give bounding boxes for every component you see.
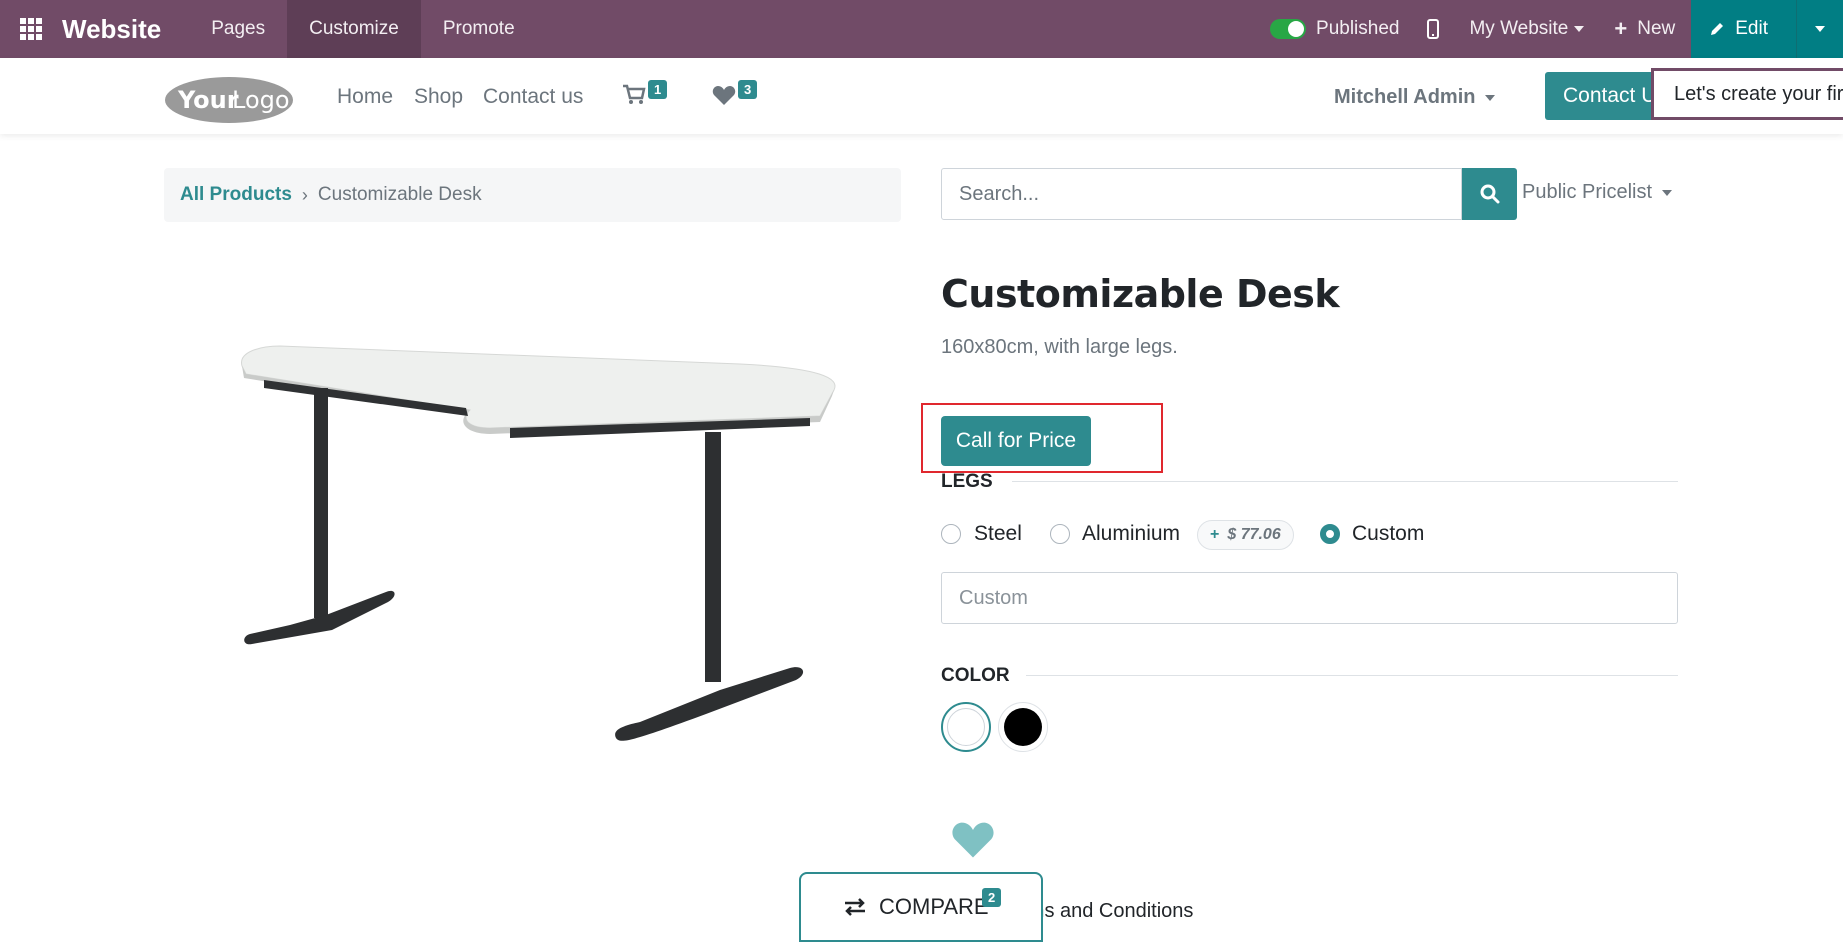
pricelist-label: Public Pricelist <box>1522 181 1653 203</box>
custom-legs-input[interactable] <box>941 572 1678 624</box>
heart-icon <box>952 822 994 858</box>
edit-label: Edit <box>1735 18 1768 39</box>
highlight-annotation-box <box>921 403 1163 473</box>
color-swatch-black[interactable] <box>998 702 1048 752</box>
cart-count-badge: 1 <box>648 80 668 99</box>
breadcrumb: All Products › Customizable Desk <box>164 168 901 222</box>
radio-aluminium[interactable] <box>1050 524 1070 544</box>
published-toggle[interactable]: Published <box>1270 18 1399 40</box>
app-brand[interactable]: Website <box>62 14 161 45</box>
search-icon <box>1480 184 1499 204</box>
product-description: 160x80cm, with large legs. <box>941 336 1178 358</box>
breadcrumb-all-products[interactable]: All Products <box>180 184 292 206</box>
nav-shop[interactable]: Shop <box>414 85 463 109</box>
edit-dropdown-toggle[interactable] <box>1796 0 1843 58</box>
published-label: Published <box>1316 18 1400 39</box>
product-image[interactable] <box>220 330 860 755</box>
menu-promote[interactable]: Promote <box>421 0 537 58</box>
admin-top-bar: Website Pages Customize Promote Publishe… <box>0 0 1843 58</box>
website-header: Your Logo Home Shop Contact us 1 3 Mitch… <box>0 58 1843 134</box>
radio-label-custom[interactable]: Custom <box>1352 522 1424 546</box>
menu-customize[interactable]: Customize <box>287 0 421 58</box>
cart-icon <box>623 84 646 104</box>
new-label: New <box>1637 18 1676 39</box>
legs-attribute-title: LEGS <box>941 471 993 492</box>
compare-count-badge: 2 <box>982 888 1002 907</box>
chevron-down-icon <box>1662 189 1673 196</box>
exchange-icon <box>845 898 865 916</box>
pricelist-selector[interactable]: Public Pricelist <box>1522 181 1673 204</box>
website-selector[interactable]: My Website <box>1469 18 1585 40</box>
contact-us-button[interactable]: Contact Us <box>1545 72 1665 120</box>
search-button[interactable] <box>1462 168 1517 220</box>
pencil-icon <box>1711 23 1724 35</box>
heart-icon <box>712 86 736 105</box>
color-attribute-title: COLOR <box>941 665 1010 686</box>
extra-price-value: $ 77.06 <box>1227 526 1281 543</box>
mobile-preview-icon[interactable] <box>1427 19 1440 39</box>
color-swatch-white[interactable] <box>941 702 991 752</box>
wishlist-count-badge: 3 <box>738 80 758 99</box>
radio-steel[interactable] <box>941 524 961 544</box>
product-title: Customizable Desk <box>941 272 1340 316</box>
cart-link[interactable] <box>622 84 646 111</box>
extra-price-badge: + $ 77.06 <box>1197 520 1294 550</box>
user-name: Mitchell Admin <box>1334 86 1476 108</box>
compare-label: COMPARE <box>879 894 989 919</box>
add-to-wishlist-button[interactable] <box>951 822 995 865</box>
chevron-down-icon <box>1815 26 1825 32</box>
divider <box>1012 481 1678 482</box>
compare-button[interactable]: COMPARE <box>799 872 1043 942</box>
site-logo[interactable]: Your Logo <box>164 76 294 129</box>
radio-custom[interactable] <box>1320 524 1340 544</box>
chevron-down-icon <box>1574 25 1585 32</box>
radio-label-aluminium[interactable]: Aluminium <box>1082 522 1180 546</box>
tour-tooltip: Let's create your first product. <box>1651 68 1843 120</box>
chevron-right-icon: › <box>301 184 308 205</box>
apps-menu-icon[interactable] <box>0 0 62 58</box>
user-menu[interactable]: Mitchell Admin <box>1334 86 1496 109</box>
new-button[interactable]: + New <box>1614 16 1675 42</box>
plus-icon: + <box>1210 526 1220 543</box>
toggle-switch[interactable] <box>1270 19 1307 39</box>
radio-label-steel[interactable]: Steel <box>974 522 1022 546</box>
logo-text-your: Your <box>177 86 239 114</box>
breadcrumb-current: Customizable Desk <box>317 184 482 205</box>
wishlist-link[interactable] <box>712 86 736 111</box>
website-selector-label: My Website <box>1469 18 1569 39</box>
nav-home[interactable]: Home <box>337 85 393 109</box>
chevron-down-icon <box>1485 94 1496 101</box>
logo-text-logo: Logo <box>232 86 290 114</box>
search-input[interactable] <box>941 168 1462 220</box>
divider <box>1026 675 1678 676</box>
menu-pages[interactable]: Pages <box>189 0 287 58</box>
plus-icon: + <box>1614 16 1628 41</box>
swatch-fill-black <box>1004 708 1042 746</box>
swatch-fill-white <box>947 708 985 746</box>
edit-button[interactable]: Edit <box>1691 0 1796 58</box>
nav-contact-us[interactable]: Contact us <box>483 85 583 109</box>
